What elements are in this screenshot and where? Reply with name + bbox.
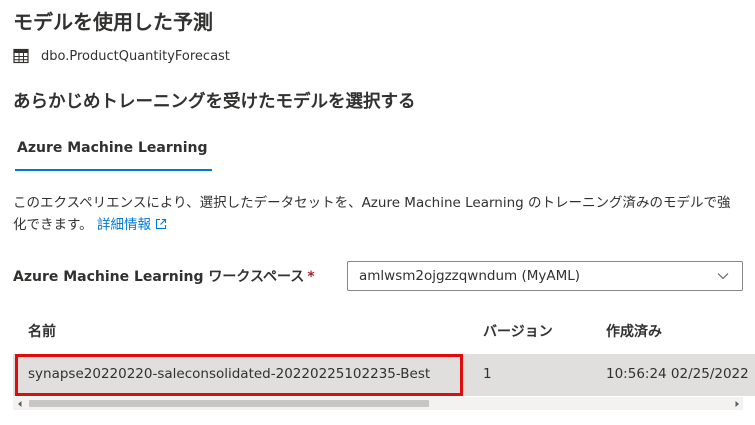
table-row[interactable]: synapse20220220-saleconsolidated-2022022… <box>13 354 755 396</box>
horizontal-scrollbar[interactable] <box>13 397 743 410</box>
learn-more-link[interactable]: 詳細情報 <box>97 217 167 233</box>
workspace-label: Azure Machine Learning ワークスペース * <box>13 266 315 286</box>
chevron-down-icon <box>717 270 729 282</box>
cell-model-version: 1 <box>483 366 492 382</box>
column-header-version[interactable]: バージョン <box>483 321 553 341</box>
tab-azure-machine-learning[interactable]: Azure Machine Learning <box>13 133 214 171</box>
workspace-label-text: Azure Machine Learning ワークスペース <box>13 269 305 285</box>
caret-right-icon[interactable] <box>730 397 743 410</box>
required-marker: * <box>307 269 315 285</box>
cell-model-name: synapse20220220-saleconsolidated-2022022… <box>28 366 431 382</box>
workspace-selected-value: amlwsm2ojgzzqwndum (MyAML) <box>359 268 581 284</box>
table-icon <box>13 48 29 64</box>
external-link-icon <box>155 215 167 230</box>
table-header: 名前 バージョン 作成済み <box>13 310 755 352</box>
workspace-dropdown[interactable]: amlwsm2ojgzzqwndum (MyAML) <box>347 261 743 291</box>
learn-more-label: 詳細情報 <box>96 217 151 233</box>
page-title: モデルを使用した予測 <box>13 10 213 34</box>
models-table: 名前 バージョン 作成済み synapse20220220-saleconsol… <box>13 310 755 412</box>
table-name: dbo.ProductQuantityForecast <box>41 48 230 64</box>
description: このエクスペリエンスにより、選択したデータセットを、Azure Machine … <box>13 192 738 236</box>
table-reference: dbo.ProductQuantityForecast <box>13 47 230 65</box>
caret-left-icon[interactable] <box>13 397 26 410</box>
section-title: あらかじめトレーニングを受けたモデルを選択する <box>13 92 416 112</box>
tab-bar: Azure Machine Learning <box>13 133 214 171</box>
cell-model-created: 10:56:24 02/25/2022 <box>606 366 749 382</box>
column-header-name[interactable]: 名前 <box>28 321 56 341</box>
scrollbar-thumb[interactable] <box>29 400 429 407</box>
column-header-created[interactable]: 作成済み <box>606 321 662 341</box>
